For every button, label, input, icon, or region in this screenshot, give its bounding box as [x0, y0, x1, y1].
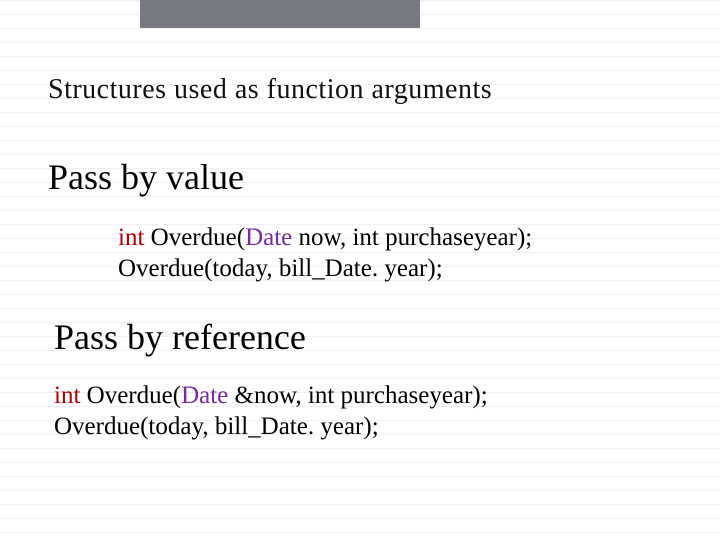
keyword-int: int — [54, 382, 80, 409]
slide-title: Structures used as function arguments — [48, 74, 492, 106]
heading-pass-by-reference: Pass by reference — [54, 316, 306, 358]
heading-pass-by-value: Pass by value — [48, 156, 244, 198]
code-pass-by-value: int Overdue(Date now, int purchaseyear);… — [118, 222, 532, 285]
type-date: Date — [245, 224, 292, 251]
keyword-int: int — [118, 224, 144, 251]
code-text: Overdue(today, bill_Date. year); — [118, 255, 443, 282]
code-text: &now, int purchaseyear); — [228, 382, 487, 409]
code-text: Overdue( — [80, 382, 181, 409]
slide-content: Structures used as function arguments Pa… — [0, 0, 720, 540]
code-text: Overdue(today, bill_Date. year); — [54, 413, 379, 440]
code-text: now, int purchaseyear); — [292, 224, 532, 251]
code-text: Overdue( — [144, 224, 245, 251]
type-date: Date — [181, 382, 228, 409]
code-pass-by-reference: int Overdue(Date &now, int purchaseyear)… — [54, 380, 488, 443]
